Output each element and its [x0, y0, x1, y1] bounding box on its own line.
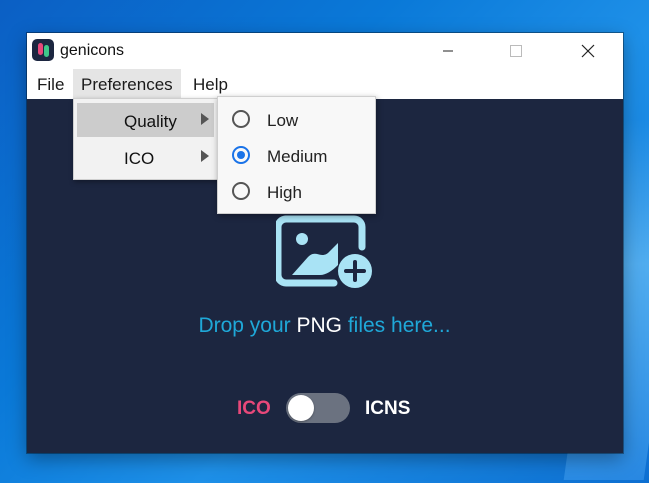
genicons-logo-icon [32, 39, 54, 61]
radio-medium[interactable] [232, 146, 250, 164]
menu-file[interactable]: File [29, 69, 72, 99]
toggle-label-ico: ICO [237, 398, 271, 419]
menu-item-quality-label: Quality [124, 112, 177, 131]
drop-text-format: PNG [296, 314, 342, 337]
maximize-button[interactable] [493, 33, 539, 69]
add-image-icon[interactable] [276, 215, 376, 291]
quality-option-low[interactable]: Low [218, 104, 375, 138]
quality-option-high-label: High [267, 183, 302, 202]
menu-item-ico-label: ICO [124, 149, 155, 168]
format-toggle-switch[interactable] [286, 393, 350, 423]
submenu-arrow-icon [201, 150, 209, 162]
toggle-label-icns: ICNS [365, 398, 411, 419]
quality-option-high[interactable]: High [218, 176, 375, 210]
window-title: genicons [60, 42, 125, 59]
radio-high[interactable] [232, 182, 250, 200]
drop-text-after: files here... [342, 314, 451, 337]
menu-item-quality[interactable]: Quality [77, 103, 214, 137]
quality-submenu: Low Medium High [217, 96, 376, 214]
minimize-icon [443, 50, 453, 52]
radio-low[interactable] [232, 110, 250, 128]
maximize-icon [510, 45, 522, 57]
close-button[interactable] [565, 33, 611, 69]
drop-instructions: Drop your PNG files here... [0, 314, 649, 338]
quality-option-medium[interactable]: Medium [218, 140, 375, 174]
menu-item-ico[interactable]: ICO [77, 140, 214, 174]
title-bar[interactable]: genicons [27, 33, 623, 69]
menu-bar: File Preferences Help [27, 69, 623, 99]
quality-option-medium-label: Medium [267, 147, 328, 166]
menu-preferences[interactable]: Preferences [73, 69, 181, 99]
quality-option-low-label: Low [267, 111, 299, 130]
menu-help[interactable]: Help [185, 69, 236, 99]
minimize-button[interactable] [425, 33, 471, 69]
drop-text-before: Drop your [198, 314, 297, 337]
preferences-dropdown: Quality ICO [73, 98, 218, 180]
close-icon [581, 44, 595, 58]
toggle-knob [288, 395, 314, 421]
submenu-arrow-icon [201, 113, 209, 125]
